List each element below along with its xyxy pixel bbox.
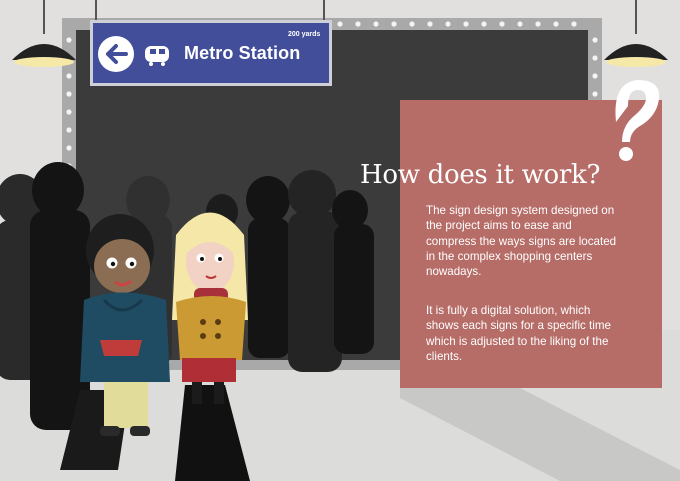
bulb xyxy=(337,21,343,27)
bulb xyxy=(66,109,72,115)
illustration-stage: 200 yards Metro Station How does it work… xyxy=(0,0,680,481)
bulb xyxy=(517,21,523,27)
bulb xyxy=(592,91,598,97)
bulb xyxy=(355,21,361,27)
sign-distance: 200 yards xyxy=(288,31,321,38)
bulb xyxy=(481,21,487,27)
left-arrow-icon xyxy=(98,36,134,72)
bulb xyxy=(445,21,451,27)
panel-paragraph-1: The sign design system designed on the p… xyxy=(426,204,617,279)
bulb xyxy=(391,21,397,27)
bulb xyxy=(373,21,379,27)
bulb xyxy=(592,55,598,61)
bulb xyxy=(535,21,541,27)
bulb xyxy=(409,21,415,27)
bulb xyxy=(571,21,577,27)
bulb xyxy=(66,145,72,151)
sign-title: Metro Station xyxy=(184,43,301,63)
panel-paragraph-2: It is fully a digital solution, which sh… xyxy=(426,304,611,363)
bulb xyxy=(66,91,72,97)
panel-heading: How does it work? xyxy=(360,160,601,190)
bulb xyxy=(592,37,598,43)
bulb xyxy=(427,21,433,27)
bulb xyxy=(463,21,469,27)
bulb xyxy=(592,73,598,79)
bulb xyxy=(499,21,505,27)
bulb xyxy=(66,37,72,43)
bulb xyxy=(66,73,72,79)
bulb xyxy=(553,21,559,27)
bulb xyxy=(66,127,72,133)
